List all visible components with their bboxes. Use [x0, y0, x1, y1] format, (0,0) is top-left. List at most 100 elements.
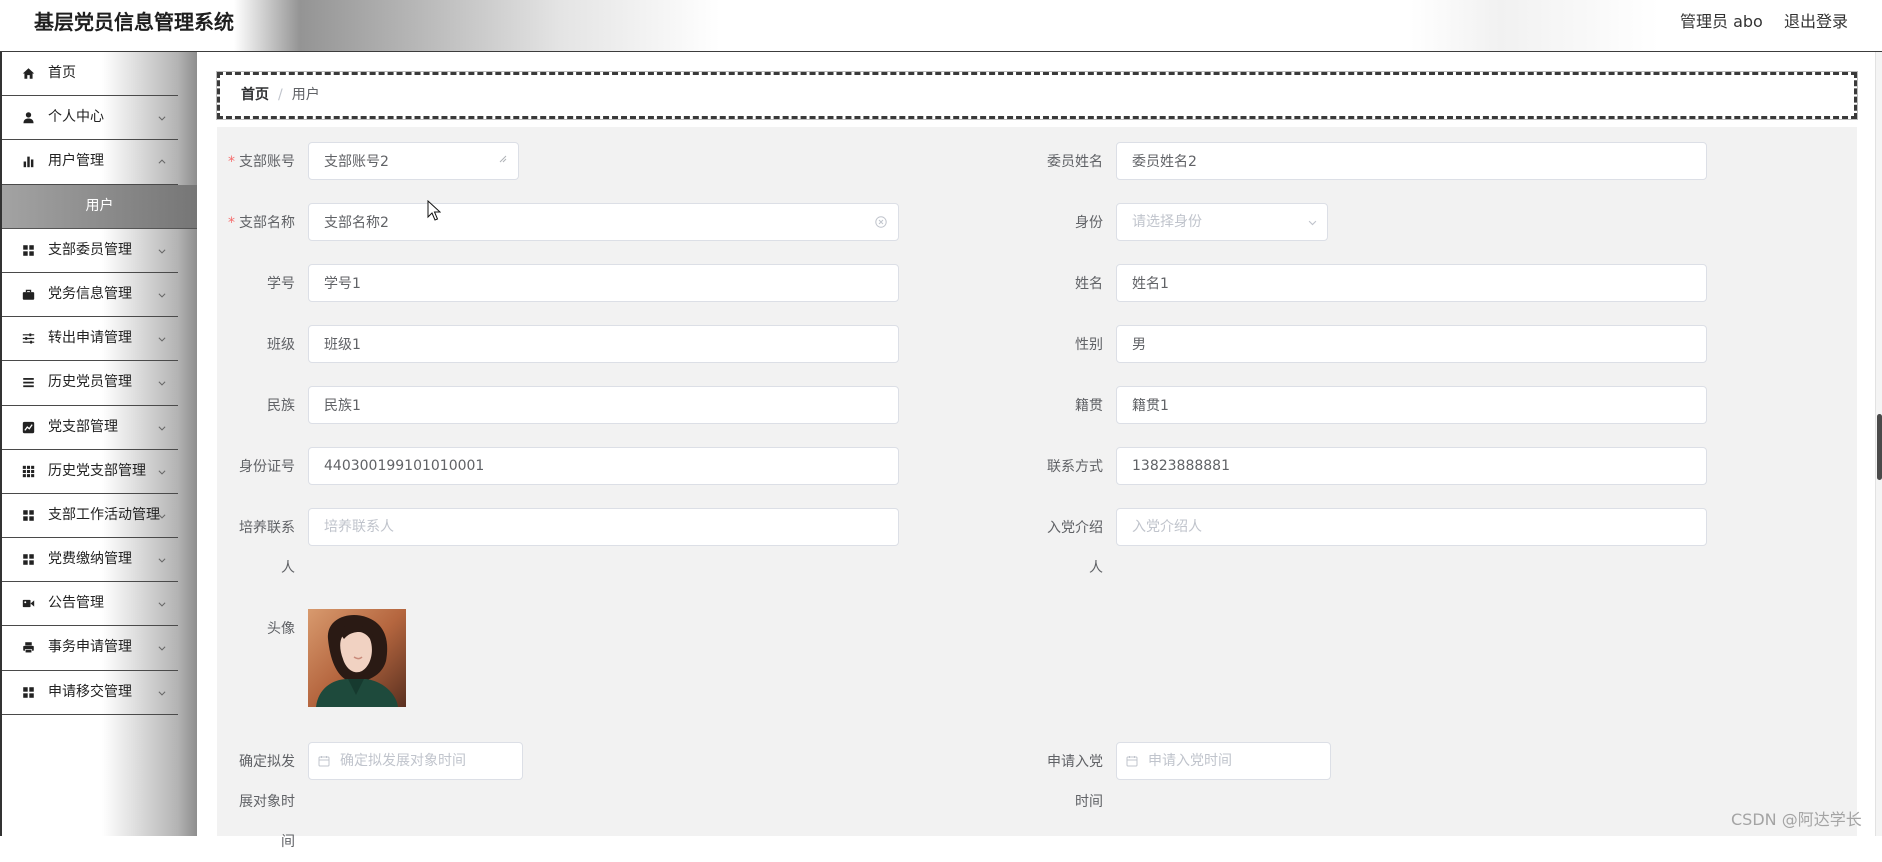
class-input[interactable] — [308, 325, 899, 363]
logout-button[interactable]: 退出登录 — [1784, 0, 1848, 44]
native-place-input[interactable] — [1116, 386, 1707, 424]
name-input[interactable] — [1116, 264, 1707, 302]
sidebar-item-label: 公告管理 — [48, 595, 104, 612]
form-item-identity: 身份 — [1043, 203, 1851, 243]
form-row: *支部账号 委员姓名 — [228, 142, 1857, 182]
form-item-apply-date: 申请入党时间 — [1043, 742, 1851, 862]
label-text: 支部账号 — [239, 154, 295, 170]
line-chart-icon — [22, 421, 35, 434]
sidebar-item-history-branch[interactable]: 历史党支部管理 — [2, 450, 178, 494]
sidebar-item-label: 历史党支部管理 — [48, 462, 146, 479]
sidebar-item-label: 个人中心 — [48, 109, 104, 126]
candidate-date-picker[interactable] — [308, 742, 523, 780]
breadcrumb-current: 用户 — [291, 87, 320, 103]
grid-icon — [22, 553, 35, 566]
sidebar-item-label: 历史党员管理 — [48, 374, 132, 391]
name-label: 姓名 — [1075, 276, 1103, 292]
gender-label: 性别 — [1075, 337, 1103, 353]
apply-date-picker[interactable] — [1116, 742, 1331, 780]
avatar-image[interactable] — [308, 609, 406, 707]
required-mark: * — [228, 154, 235, 170]
sidebar-item-dues-payment[interactable]: 党费缴纳管理 — [2, 538, 178, 583]
form-row: 身份证号 联系方式 — [235, 447, 1857, 487]
sidebar-item-affairs-application[interactable]: 事务申请管理 — [2, 626, 178, 671]
introducer-input[interactable] — [1116, 508, 1707, 546]
form-item-student-no: 学号 — [235, 264, 1043, 304]
sidebar-menu: 首页 个人中心 用户管理 用户 支部委员管理 党务信息管理 转出申请管理 历史党… — [0, 52, 197, 836]
sidebar-item-transfer-application[interactable]: 申请移交管理 — [2, 671, 178, 715]
chevron-down-icon — [157, 246, 167, 256]
sidebar-item-label: 党务信息管理 — [48, 285, 132, 302]
form-row: *支部名称 身份 — [228, 203, 1857, 243]
identity-label: 身份 — [1075, 215, 1103, 231]
chevron-down-icon — [157, 511, 167, 521]
branch-account-label: * 支部账号 — [228, 142, 308, 182]
resize-handle-icon — [499, 155, 507, 163]
form-item-branch-name: * 支部名称 — [228, 203, 1043, 243]
sidebar-item-personal-center[interactable]: 个人中心 — [2, 96, 178, 141]
sidebar-item-transfer-out[interactable]: 转出申请管理 — [2, 317, 178, 362]
chevron-down-icon — [157, 555, 167, 565]
branch-account-input[interactable] — [308, 142, 519, 180]
chevron-down-icon — [157, 290, 167, 300]
sidebar-item-party-branch[interactable]: 党支部管理 — [2, 406, 178, 450]
form-item-avatar: 头像 — [235, 609, 1043, 721]
mouse-cursor-icon — [427, 200, 441, 221]
id-number-input[interactable] — [308, 447, 899, 485]
ticket-icon — [22, 597, 35, 610]
branch-name-label: * 支部名称 — [228, 203, 308, 243]
gender-input[interactable] — [1116, 325, 1707, 363]
sidebar-item-history-members[interactable]: 历史党员管理 — [2, 361, 178, 406]
sidebar-item-label: 用户管理 — [48, 153, 104, 170]
class-label: 班级 — [267, 337, 295, 353]
chevron-down-icon — [157, 378, 167, 388]
student-no-control — [308, 264, 899, 302]
sidebar-item-label: 党费缴纳管理 — [48, 551, 132, 568]
sidebar-item-party-affairs[interactable]: 党务信息管理 — [2, 273, 178, 318]
sidebar-subitem-user[interactable]: 用户 — [2, 184, 197, 229]
sidebar-item-label: 事务申请管理 — [48, 639, 132, 656]
candidate-date-label: 确定拟发展对象时间 — [239, 754, 295, 850]
committee-name-control — [1116, 142, 1707, 180]
student-no-input[interactable] — [308, 264, 899, 302]
form-item-branch-account: * 支部账号 — [228, 142, 1043, 182]
form-item-native-place: 籍贯 — [1043, 386, 1851, 426]
chevron-down-icon — [157, 334, 167, 344]
grid-icon — [22, 509, 35, 522]
sidebar-item-branch-committee[interactable]: 支部委员管理 — [2, 229, 178, 273]
form-item-candidate-date: 确定拟发展对象时间 — [235, 742, 1043, 862]
ethnicity-label: 民族 — [267, 398, 295, 414]
sidebar-item-user-management[interactable]: 用户管理 — [2, 140, 178, 185]
committee-name-label: 委员姓名 — [1047, 154, 1103, 170]
sidebar-item-label: 申请移交管理 — [48, 683, 132, 700]
chevron-down-icon — [1308, 220, 1317, 226]
form-item-introducer: 入党介绍人 — [1043, 508, 1851, 588]
sidebar-item-label: 首页 — [48, 65, 76, 81]
contact-input[interactable] — [1116, 447, 1707, 485]
sidebar-item-branch-activities[interactable]: 支部工作活动管理 — [2, 494, 178, 539]
sidebar-item-announcements[interactable]: 公告管理 — [2, 582, 178, 627]
committee-name-input[interactable] — [1116, 142, 1707, 180]
watermark: CSDN @阿达学长 — [1731, 810, 1862, 829]
form-row: 民族 籍贯 — [235, 386, 1857, 426]
home-icon — [22, 67, 35, 80]
breadcrumb-home[interactable]: 首页 — [241, 87, 269, 103]
sidebar-item-label: 党支部管理 — [48, 418, 118, 435]
admin-user-label: 管理员 abo — [1680, 12, 1763, 31]
avatar-label: 头像 — [267, 621, 295, 637]
clear-icon[interactable] — [875, 216, 887, 228]
branch-name-input[interactable] — [308, 203, 899, 241]
form-item-contact: 联系方式 — [1043, 447, 1851, 487]
top-header: 基层党员信息管理系统 管理员 abo 退出登录 — [0, 0, 1882, 52]
form-row: 班级 性别 — [235, 325, 1857, 365]
candidate-date-control — [308, 742, 523, 780]
scrollbar-thumb[interactable] — [1877, 414, 1882, 480]
sidebar-item-home[interactable]: 首页 — [2, 52, 178, 97]
training-contact-input[interactable] — [308, 508, 899, 546]
form-item-class: 班级 — [235, 325, 1043, 365]
ethnicity-input[interactable] — [308, 386, 899, 424]
id-number-label: 身份证号 — [239, 459, 295, 475]
branch-name-control — [308, 203, 899, 241]
identity-select[interactable] — [1116, 203, 1328, 241]
vertical-scrollbar[interactable] — [1875, 52, 1882, 836]
